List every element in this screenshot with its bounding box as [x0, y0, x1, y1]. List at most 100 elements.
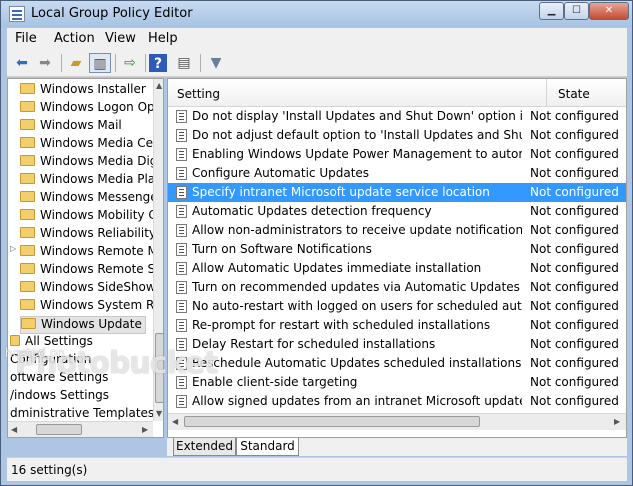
title-bar: Local Group Policy Editor ▁ ☐ ✕ [1, 1, 632, 27]
toolbar-separator [200, 54, 201, 72]
menu-action[interactable]: Action [54, 31, 95, 46]
folder-icon [20, 119, 35, 130]
folder-icon [20, 263, 35, 274]
view-tabs: Extended Standard [167, 438, 627, 456]
tab-standard[interactable]: Standard [236, 438, 299, 456]
back-arrow-icon[interactable]: ⬅ [11, 53, 33, 73]
policy-icon [176, 395, 187, 408]
app-window: Local Group Policy Editor ▁ ☐ ✕ File Act… [0, 0, 633, 486]
tree-item[interactable]: Configuration [10, 352, 91, 370]
filter-icon[interactable]: ▼ [205, 53, 227, 73]
tree-pane: Windows Installer Windows Logon Op Windo… [7, 78, 164, 438]
policy-icon [176, 186, 187, 199]
folder-icon [20, 299, 35, 310]
scroll-left-icon[interactable]: ◀ [172, 417, 178, 426]
toolbar-separator [115, 54, 116, 72]
tree-vertical-scrollbar[interactable]: ▲ ▼ [153, 79, 163, 421]
table-row[interactable]: Delay Restart for scheduled installation… [168, 335, 626, 354]
table-row[interactable]: Turn on recommended updates via Automati… [168, 278, 626, 297]
table-row[interactable]: Configure Automatic Updates Not configure… [168, 164, 626, 183]
table-row[interactable]: Enabling Windows Update Power Management… [168, 145, 626, 164]
tree-item[interactable]: Windows Media Cer [20, 136, 158, 154]
column-state-header[interactable]: State [558, 87, 590, 101]
tree-item[interactable]: Windows Logon Op [20, 100, 155, 118]
tree-item[interactable]: Windows Installer [20, 82, 146, 100]
policy-icon [176, 224, 187, 237]
list-horizontal-scrollbar[interactable]: ◀ ▶ [168, 413, 626, 430]
status-bar: 16 setting(s) [7, 457, 627, 481]
tree-item[interactable]: All Settings [10, 334, 93, 352]
folder-icon [21, 318, 36, 329]
folder-icon [10, 335, 20, 346]
scroll-thumb[interactable] [36, 424, 82, 435]
expand-arrow-icon[interactable]: ▷ [10, 244, 16, 262]
tree-horizontal-scrollbar[interactable]: ◀ ▶ [8, 421, 153, 437]
tree-item[interactable]: Windows System Re [20, 298, 161, 316]
table-row[interactable]: Allow signed updates from an intranet Mi… [168, 392, 626, 411]
menu-help[interactable]: Help [148, 31, 178, 46]
scroll-thumb[interactable] [184, 416, 480, 427]
table-row[interactable]: Turn on Software Notifications Not config… [168, 240, 626, 259]
toolbar-separator [61, 54, 62, 72]
tree-item-selected[interactable]: Windows Update [20, 316, 146, 334]
tree-item[interactable]: Windows Mobility C [20, 208, 157, 226]
tree-item[interactable]: Windows Media Pla [20, 172, 155, 190]
close-button[interactable]: ✕ [589, 2, 629, 20]
policy-icon [176, 357, 187, 370]
table-row[interactable]: Allow Automatic Updates immediate instal… [168, 259, 626, 278]
table-row[interactable]: Do not adjust default option to 'Install… [168, 126, 626, 145]
table-row-selected[interactable]: Specify intranet Microsoft update servic… [168, 183, 626, 202]
scroll-left-icon[interactable]: ◀ [11, 425, 17, 434]
scroll-up-icon[interactable]: ▲ [156, 81, 162, 90]
policy-icon [176, 148, 187, 161]
table-row[interactable]: Reschedule Automatic Updates scheduled i… [168, 354, 626, 373]
table-row[interactable]: No auto-restart with logged on users for… [168, 297, 626, 316]
table-row[interactable]: Enable client-side targeting Not configur… [168, 373, 626, 392]
forward-arrow-icon[interactable]: ➡ [34, 53, 56, 73]
maximize-button[interactable]: ☐ [564, 2, 589, 20]
tree-item[interactable]: Windows Remote M [20, 244, 158, 262]
table-row[interactable]: Automatic Updates detection frequency Not… [168, 202, 626, 221]
menu-view[interactable]: View [105, 31, 136, 46]
policy-icon [176, 338, 187, 351]
export-icon[interactable]: ⇨ [119, 53, 141, 73]
policy-icon [176, 300, 187, 313]
tree-item[interactable]: Windows Mail [20, 118, 122, 136]
table-row[interactable]: Re-prompt for restart with scheduled ins… [168, 316, 626, 335]
folder-icon [20, 227, 35, 238]
scroll-right-icon[interactable]: ▶ [142, 425, 148, 434]
scroll-thumb[interactable] [155, 333, 163, 403]
tree-item[interactable]: Windows Remote Sh [20, 262, 163, 280]
tree-item[interactable]: Windows Reliability [20, 226, 156, 244]
policy-icon [176, 205, 187, 218]
column-header: Setting State [168, 79, 626, 107]
column-divider[interactable] [546, 79, 547, 107]
folder-icon [20, 209, 35, 220]
settings-list-pane: Setting State Do not display 'Install Up… [167, 78, 627, 438]
folder-icon [20, 173, 35, 184]
toolbar-separator [145, 54, 146, 72]
tab-extended[interactable]: Extended [173, 438, 236, 456]
tree-item[interactable]: /indows Settings [10, 388, 109, 406]
properties-icon[interactable]: ▤ [173, 53, 195, 73]
policy-icon [176, 376, 187, 389]
table-row[interactable]: Do not display 'Install Updates and Shut… [168, 107, 626, 126]
show-tree-icon[interactable]: ▥ [89, 53, 111, 73]
column-setting-header[interactable]: Setting [177, 87, 220, 101]
tree-item[interactable]: oftware Settings [10, 370, 108, 388]
tree-item[interactable]: Windows SideShow [20, 280, 156, 298]
window-title: Local Group Policy Editor [31, 6, 193, 21]
tree-item[interactable]: Windows Messenge [20, 190, 158, 208]
table-row[interactable]: Allow non-administrators to receive upda… [168, 221, 626, 240]
group-policy-app-icon [9, 6, 25, 22]
folder-icon [20, 83, 35, 94]
tree-item[interactable]: Windows Media Dig [20, 154, 157, 172]
scroll-down-icon[interactable]: ▼ [156, 409, 162, 418]
up-folder-icon[interactable]: ▰ [65, 53, 87, 73]
help-icon[interactable]: ? [149, 54, 167, 72]
policy-icon [176, 243, 187, 256]
menu-file[interactable]: File [15, 31, 37, 46]
minimize-button[interactable]: ▁ [539, 2, 564, 20]
scroll-right-icon[interactable]: ▶ [614, 417, 620, 426]
policy-icon [176, 319, 187, 332]
